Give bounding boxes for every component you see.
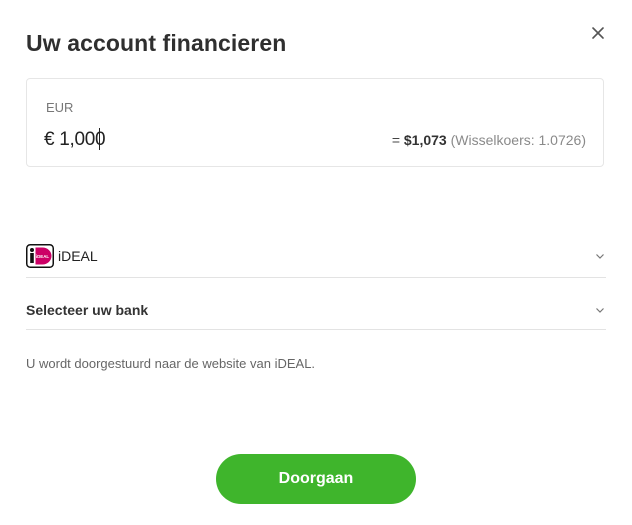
text-caret	[99, 128, 100, 150]
amount-card: EUR = $1,073 (Wisselkoers: 1.0726)	[26, 78, 604, 167]
payment-method-label: iDEAL	[58, 248, 98, 264]
ideal-logo: iDEAL	[26, 244, 54, 268]
redirect-note: U wordt doorgestuurd naar de website van…	[26, 356, 316, 371]
bank-select-label: Selecteer uw bank	[26, 302, 149, 318]
close-icon[interactable]	[589, 24, 607, 42]
ideal-logo-text: iDEAL	[36, 254, 49, 259]
converted-amount: $1,073	[403, 132, 447, 148]
bank-select[interactable]: Selecteer uw bank	[26, 292, 606, 330]
conversion-prefix: =	[391, 132, 404, 148]
exchange-rate: (Wisselkoers: 1.0726)	[450, 132, 586, 148]
dialog-title: Uw account financieren	[26, 30, 287, 56]
chevron-down-icon	[596, 254, 604, 259]
amount-input[interactable]	[44, 127, 344, 153]
continue-button[interactable]: Doorgaan	[216, 454, 416, 504]
payment-method-select[interactable]: iDEAL iDEAL	[26, 240, 606, 278]
conversion-info: = $1,073 (Wisselkoers: 1.0726)	[392, 132, 586, 148]
currency-label: EUR	[46, 100, 74, 115]
chevron-down-icon	[596, 308, 604, 313]
